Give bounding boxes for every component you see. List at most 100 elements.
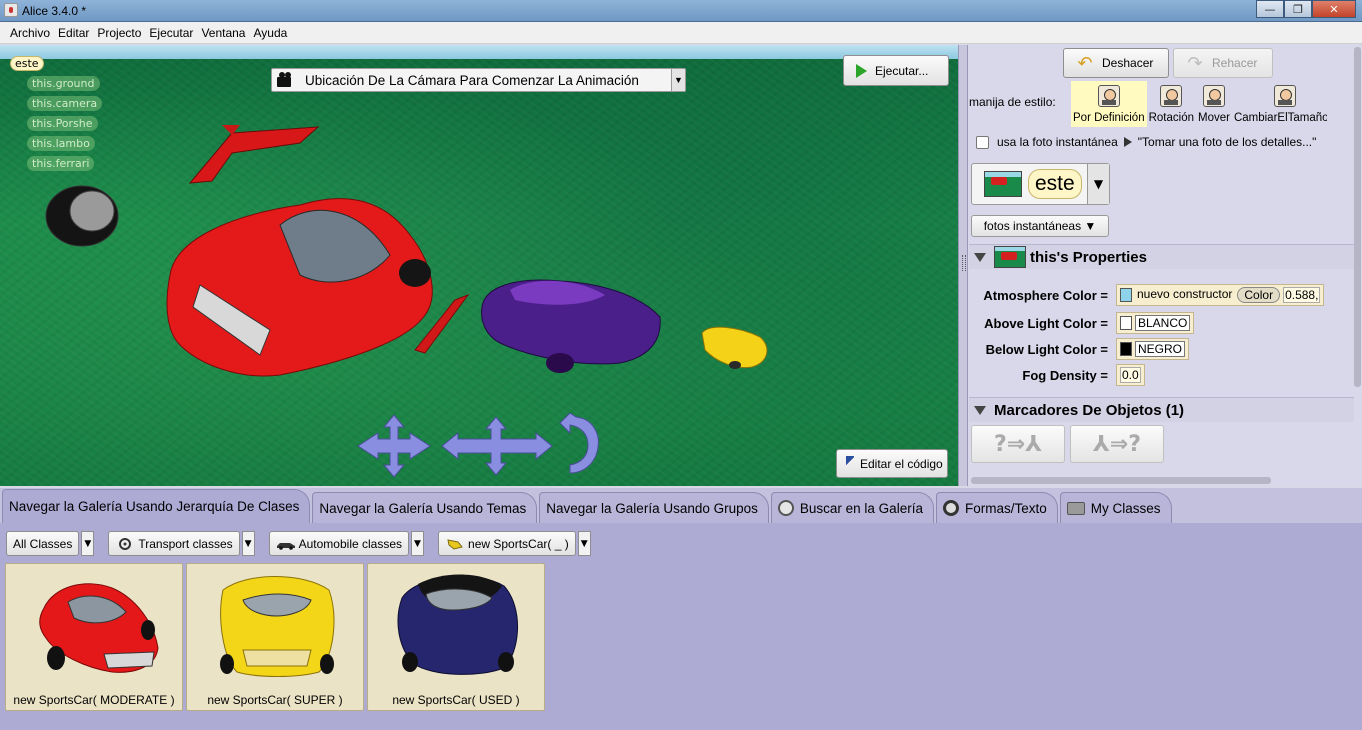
object-to-marker-button[interactable]: ⅄⇒? (1070, 425, 1164, 463)
color-swatch (1120, 316, 1132, 330)
tab-shapes-text[interactable]: Formas/Texto (935, 492, 1058, 523)
red-car-wheel (399, 259, 431, 287)
above-light-color-value[interactable]: BLANCO (1116, 312, 1195, 334)
camera-move-arrows (357, 414, 431, 478)
handle-move[interactable]: Mover (1196, 81, 1232, 127)
breadcrumb: All Classes ▼ Transport classes ▼ Automo… (6, 531, 605, 556)
chevron-down-icon[interactable]: ▼ (671, 69, 685, 91)
undo-label: Deshacer (1102, 56, 1154, 70)
use-snapshot-label: usa la foto instantánea (997, 135, 1118, 149)
properties-section-header[interactable]: this's Properties (969, 244, 1354, 269)
handle-default[interactable]: Por Definición (1071, 81, 1147, 127)
chevron-down-icon[interactable]: ▼ (411, 531, 425, 556)
undo-button[interactable]: ↶ Deshacer (1063, 48, 1169, 78)
chevron-down-icon[interactable]: ▼ (241, 531, 255, 556)
tab-themes[interactable]: Navegar la Galería Usando Temas (312, 492, 538, 523)
scene-tree-root[interactable]: este (10, 56, 44, 71)
run-button[interactable]: Ejecutar... (843, 55, 949, 86)
breadcrumb-sportscar[interactable]: new SportsCar( _ ) (438, 531, 576, 556)
red-component[interactable]: 0.588, (1283, 287, 1321, 303)
class-tag: Color (1237, 287, 1281, 303)
color-swatch (1120, 288, 1132, 302)
horizontal-scrollbar[interactable] (971, 477, 1271, 484)
chevron-down-icon[interactable]: ▼ (81, 531, 95, 556)
property-name: Atmosphere Color = (983, 287, 1108, 303)
redo-label: Rehacer (1212, 56, 1258, 70)
edit-code-button[interactable]: Editar el código (836, 449, 948, 478)
tab-label: Navegar la Galería Usando Jerarquía De C… (9, 499, 300, 514)
markers-section-header[interactable]: Marcadores De Objetos (1) (969, 397, 1354, 422)
below-light-color-value[interactable]: NEGRO (1116, 338, 1190, 360)
properties-title: this's Properties (1030, 248, 1147, 266)
scene-tree: este this.ground this.camera this.Porshe… (10, 56, 103, 171)
atmosphere-color-value[interactable]: nuevo constructor Color 0.588, (1116, 284, 1325, 306)
tab-label: Buscar en la Galería (799, 500, 923, 516)
gallery-panel: Navegar la Galería Usando Jerarquía De C… (0, 488, 1362, 730)
menu-projecto[interactable]: Projecto (97, 26, 141, 40)
camera-navigation-controls[interactable] (356, 413, 606, 479)
sportscar-icon (447, 538, 463, 550)
fog-density-number[interactable]: 0.0 (1120, 367, 1141, 383)
camera-marker-label: Ubicación De La Cámara Para Comenzar La … (305, 72, 639, 88)
tab-my-classes[interactable]: My Classes (1059, 492, 1172, 523)
color-name: NEGRO (1135, 341, 1186, 357)
tree-item-ground[interactable]: this.ground (27, 76, 100, 91)
properties-panel: ↶ Deshacer ↷ Rehacer manija de estilo: P… (968, 45, 1362, 486)
instance-select[interactable]: este ▼ (971, 163, 1110, 205)
collapse-triangle-icon[interactable] (974, 252, 986, 262)
marker-to-object-button[interactable]: ?⇒⅄ (971, 425, 1065, 463)
breadcrumb-automobile-classes[interactable]: Automobile classes (268, 531, 410, 556)
tree-item-ferrari[interactable]: this.ferrari (27, 156, 95, 171)
selected-instance-name: este (1028, 169, 1082, 199)
fog-density-value[interactable]: 0.0 (1116, 364, 1145, 386)
vertical-scrollbar[interactable] (1354, 47, 1361, 387)
tree-item-porshe[interactable]: this.Porshe (27, 116, 98, 131)
tree-item-lambo[interactable]: this.lambo (27, 136, 95, 151)
gallery-tabs: Navegar la Galería Usando Jerarquía De C… (0, 488, 1362, 523)
chevron-down-icon[interactable]: ▼ (577, 531, 591, 556)
scene-view[interactable]: este this.ground this.camera this.Porshe… (0, 45, 958, 486)
rotation-handle-icon (1160, 85, 1183, 107)
tree-item-camera[interactable]: this.camera (27, 96, 103, 111)
close-button[interactable]: ✕ (1312, 0, 1356, 18)
gallery-cards: new SportsCar( MODERATE ) new SportsCar(… (5, 563, 548, 711)
redo-button[interactable]: ↷ Rehacer (1173, 48, 1273, 78)
tab-search[interactable]: Buscar en la Galería (770, 492, 934, 523)
tab-groups[interactable]: Navegar la Galería Usando Grupos (539, 492, 769, 523)
purple-car-wheel (546, 353, 574, 373)
use-snapshot-checkbox[interactable] (976, 135, 989, 149)
menu-editar[interactable]: Editar (58, 26, 89, 40)
tab-class-hierarchy[interactable]: Navegar la Galería Usando Jerarquía De C… (2, 489, 311, 523)
chevron-down-icon[interactable]: ▼ (1087, 164, 1109, 204)
card-label: new SportsCar( MODERATE ) (13, 693, 175, 707)
gallery-card-moderate[interactable]: new SportsCar( MODERATE ) (5, 563, 183, 711)
gallery-card-used[interactable]: new SportsCar( USED ) (367, 563, 545, 711)
yellow-car-wheel (729, 361, 741, 369)
tab-label: Navegar la Galería Usando Grupos (546, 500, 758, 516)
yellow-sportscar-image (220, 576, 335, 677)
menu-ventana[interactable]: Ventana (201, 26, 245, 40)
maximize-button[interactable]: ❐ (1284, 0, 1312, 18)
breadcrumb-all-classes[interactable]: All Classes (6, 531, 80, 556)
handle-resize[interactable]: CambiarElTamaño (1232, 81, 1327, 127)
search-icon (777, 500, 794, 516)
camera-marker-select[interactable]: Ubicación De La Cámara Para Comenzar La … (271, 68, 686, 92)
handle-rotation[interactable]: Rotación (1147, 81, 1196, 127)
handle-rotation-label: Rotación (1148, 112, 1194, 124)
panel-splitter[interactable] (958, 45, 968, 486)
gallery-card-super[interactable]: new SportsCar( SUPER ) (186, 563, 364, 711)
breadcrumb-transport-classes[interactable]: Transport classes (108, 531, 240, 556)
menu-ayuda[interactable]: Ayuda (253, 26, 287, 40)
menu-archivo[interactable]: Archivo (10, 26, 50, 40)
menu-ejecutar[interactable]: Ejecutar (149, 26, 193, 40)
loose-wheel-rim (69, 190, 115, 232)
property-above-light-color: Above Light Color = BLANCO (968, 312, 1195, 334)
snapshots-button[interactable]: fotos instantáneas ▼ (971, 215, 1109, 237)
breadcrumb-label: Transport classes (138, 536, 233, 551)
minimize-button[interactable]: — (1256, 0, 1284, 18)
car-icon (276, 542, 295, 550)
card-label: new SportsCar( USED ) (392, 693, 520, 707)
play-icon (856, 63, 867, 78)
collapse-triangle-icon[interactable] (974, 405, 986, 415)
handle-style-options: Por Definición Rotación Mover CambiarElT… (1071, 81, 1327, 127)
